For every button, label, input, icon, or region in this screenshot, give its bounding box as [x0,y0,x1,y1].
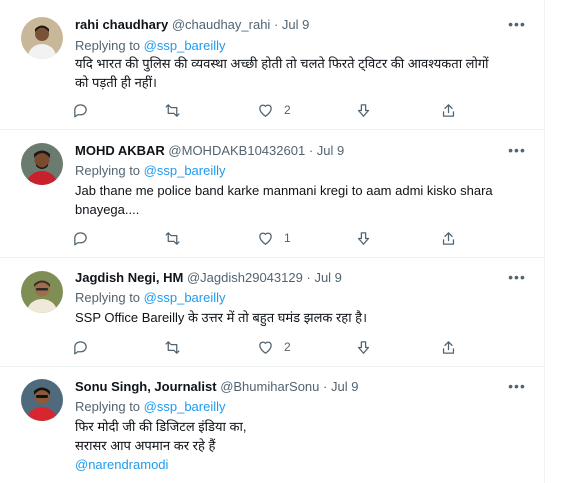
timestamp[interactable]: Jul 9 [331,379,358,394]
display-name[interactable]: Sonu Singh, Journalist [75,379,217,394]
user-handle[interactable]: @chaudhay_rahi [172,17,270,32]
share-icon [442,231,455,245]
tweet-actions: 1 [72,227,472,249]
replying-to: Replying to @ssp_bareilly [75,162,226,180]
display-name[interactable]: Jagdish Negi, HM [75,270,183,285]
replying-to-label: Replying to [75,399,141,414]
timestamp[interactable]: Jul 9 [282,17,309,32]
avatar[interactable] [21,379,63,421]
tweet-text: Jab thane me police band karke manmani k… [75,181,530,219]
retweet-icon [165,231,180,245]
retweet-icon [165,103,180,117]
arrow-down-icon [357,231,370,245]
replying-to-label: Replying to [75,163,141,178]
separator: · [273,17,279,32]
replying-to-label: Replying to [75,38,141,53]
replying-to-mention[interactable]: @ssp_bareilly [144,290,226,305]
downvote-button[interactable] [355,336,372,358]
tweet-header: MOHD AKBAR @MOHDAKB10432601 · Jul 9 [75,142,344,160]
tweet-actions: 2 [72,336,472,358]
arrow-down-icon [357,103,370,117]
avatar[interactable] [21,17,63,59]
tweet-text-line: यदि भारत की पुलिस की व्यवस्था अच्छी होती… [75,56,489,71]
retweet-icon [165,340,180,354]
reply-button[interactable] [72,99,89,121]
share-icon [442,340,455,354]
replying-to-mention[interactable]: @ssp_bareilly [144,399,226,414]
user-handle[interactable]: @Jagdish29043129 [187,270,303,285]
replying-to: Replying to @ssp_bareilly [75,37,226,55]
heart-icon [259,341,272,354]
separator: · [306,270,311,285]
retweet-button[interactable] [164,99,181,121]
downvote-button[interactable] [355,227,372,249]
arrow-down-icon [357,340,370,354]
downvote-button[interactable] [355,99,372,121]
display-name[interactable]: rahi chaudhary [75,17,168,32]
separator: · [323,379,328,394]
like-button[interactable]: 1 [257,227,291,249]
more-options-icon[interactable]: ••• [507,270,527,290]
share-button[interactable] [440,336,457,358]
tweet[interactable]: rahi chaudhary @chaudhay_rahi · Jul 9 ••… [0,0,545,130]
user-handle[interactable]: @BhumiharSonu [220,379,319,394]
avatar[interactable] [21,143,63,185]
reply-icon [74,103,87,118]
replying-to-mention[interactable]: @ssp_bareilly [144,38,226,53]
replying-to-label: Replying to [75,290,141,305]
tweet-text-line: bnayega.... [75,202,140,217]
tweet-header: rahi chaudhary @chaudhay_rahi · Jul 9 [75,16,309,34]
tweet[interactable]: Sonu Singh, Journalist @BhumiharSonu · J… [0,367,545,483]
avatar[interactable] [21,271,63,313]
reply-icon [74,231,87,246]
reply-button[interactable] [72,227,89,249]
replying-to: Replying to @ssp_bareilly [75,289,226,307]
more-options-icon[interactable]: ••• [507,143,527,163]
more-options-icon[interactable]: ••• [507,379,527,399]
tweet[interactable]: Jagdish Negi, HM @Jagdish29043129 · Jul … [0,258,545,367]
share-icon [442,103,455,117]
tweet-text: फिर मोदी जी की डिजिटल इंडिया का, सरासर आ… [75,417,530,474]
more-options-icon[interactable]: ••• [507,17,527,37]
reply-thread: rahi chaudhary @chaudhay_rahi · Jul 9 ••… [0,0,545,483]
timestamp[interactable]: Jul 9 [317,143,344,158]
reply-button[interactable] [72,336,89,358]
tweet-header: Jagdish Negi, HM @Jagdish29043129 · Jul … [75,269,342,287]
replying-to-mention[interactable]: @ssp_bareilly [144,163,226,178]
like-button[interactable]: 2 [257,336,291,358]
like-count: 2 [284,103,291,117]
tweet-text-line: को पड़ती ही नहीं। [75,75,157,90]
timestamp[interactable]: Jul 9 [314,270,341,285]
like-count: 1 [284,231,291,245]
tweet-text-line: सरासर आप अपमान कर रहे हैं [75,438,216,453]
user-handle[interactable]: @MOHDAKB10432601 [168,143,305,158]
like-button[interactable]: 2 [257,99,291,121]
tweet-text-line: Jab thane me police band karke manmani k… [75,183,493,198]
tweet[interactable]: MOHD AKBAR @MOHDAKB10432601 · Jul 9 ••• … [0,130,545,258]
heart-icon [259,104,272,117]
reply-icon [74,340,87,355]
display-name[interactable]: MOHD AKBAR [75,143,165,158]
retweet-button[interactable] [164,227,181,249]
like-count: 2 [284,340,291,354]
tweet-text: SSP Office Bareilly के उत्तर में तो बहुत… [75,308,530,327]
tweet-actions: 2 [72,99,472,121]
heart-icon [259,232,272,245]
retweet-button[interactable] [164,336,181,358]
share-button[interactable] [440,99,457,121]
share-button[interactable] [440,227,457,249]
tweet-header: Sonu Singh, Journalist @BhumiharSonu · J… [75,378,358,396]
mention-link[interactable]: @narendramodi [75,455,530,474]
tweet-text-line: फिर मोदी जी की डिजिटल इंडिया का, [75,419,247,434]
tweet-text: यदि भारत की पुलिस की व्यवस्था अच्छी होती… [75,54,530,92]
tweet-text-line: SSP Office Bareilly के उत्तर में तो बहुत… [75,310,368,325]
replying-to: Replying to @ssp_bareilly [75,398,226,416]
separator: · [308,143,314,158]
